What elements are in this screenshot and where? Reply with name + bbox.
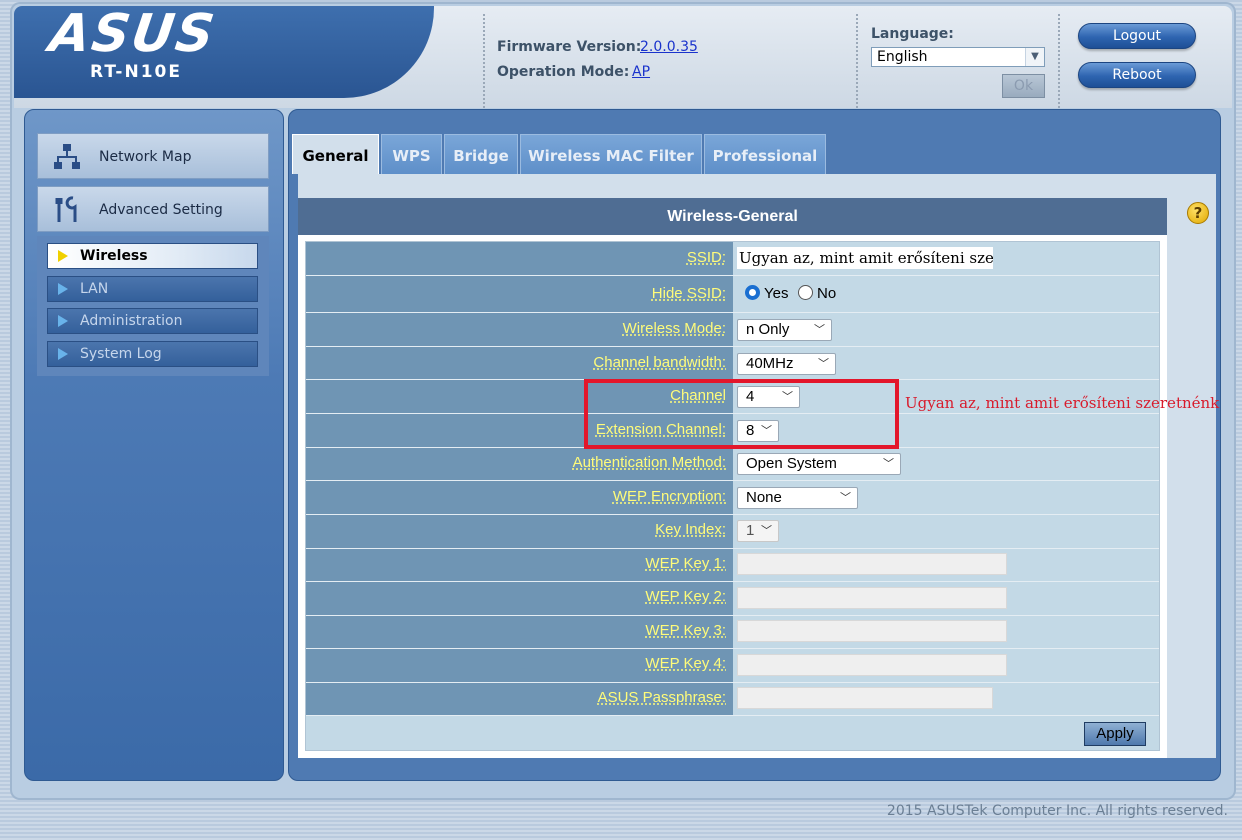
arrow-right-icon — [58, 348, 68, 360]
row-divider — [306, 346, 1159, 347]
row-divider — [306, 581, 1159, 582]
wep-key4-label: WEP Key 4: — [645, 655, 726, 672]
hide-ssid-yes-label: Yes — [764, 285, 789, 302]
subnav-wireless[interactable]: Wireless — [47, 243, 258, 269]
subnav-lan[interactable]: LAN — [47, 276, 258, 302]
wep-encryption-value: None — [746, 489, 782, 506]
asus-logo: ASUS — [45, 4, 220, 64]
row-divider — [306, 682, 1159, 683]
wep-encryption-label: WEP Encryption: — [612, 488, 726, 505]
hide-ssid-label: Hide SSID: — [651, 285, 726, 302]
wep-key4-input[interactable] — [737, 654, 1007, 676]
wep-encryption-select[interactable]: None ﹀ — [737, 487, 858, 509]
copyright-footer: 2015 ASUSTek Computer Inc. All rights re… — [886, 803, 1228, 819]
auth-method-label: Authentication Method: — [572, 454, 726, 471]
chevron-down-icon: ﹀ — [883, 458, 894, 470]
arrow-right-icon — [58, 283, 68, 295]
wep-key1-input[interactable] — [737, 553, 1007, 575]
row-divider — [306, 312, 1159, 313]
language-selected-value: English — [877, 49, 928, 65]
model-name: RT-N10E — [90, 62, 182, 82]
nav-network-map[interactable]: Network Map — [37, 133, 269, 179]
key-index-value: 1 — [746, 522, 755, 539]
subnav-label: System Log — [80, 346, 162, 362]
chevron-down-icon: ﹀ — [761, 525, 772, 537]
subnav-administration[interactable]: Administration — [47, 308, 258, 334]
tab-professional[interactable]: Professional — [704, 134, 826, 174]
nav-network-map-label: Network Map — [99, 149, 192, 165]
hide-ssid-yes-radio[interactable] — [745, 285, 760, 300]
channel-bandwidth-value: 40MHz — [746, 355, 794, 372]
ssid-label: SSID: — [686, 249, 726, 266]
firmware-link[interactable]: 2.0.0.35 — [640, 39, 698, 55]
arrow-right-icon — [58, 250, 68, 262]
passphrase-input[interactable] — [737, 687, 993, 709]
row-divider — [306, 715, 1159, 716]
row-divider — [306, 480, 1159, 481]
arrow-right-icon — [58, 315, 68, 327]
passphrase-label: ASUS Passphrase: — [597, 689, 726, 706]
nav-advanced-setting[interactable]: Advanced Setting — [37, 186, 269, 232]
chevron-down-icon: ﹀ — [840, 492, 851, 504]
operation-mode-label: Operation Mode: — [497, 64, 630, 80]
row-divider — [306, 615, 1159, 616]
wireless-mode-value: n Only — [746, 321, 790, 338]
header-divider — [1058, 14, 1060, 108]
tab-general[interactable]: General — [292, 134, 379, 174]
chevron-down-icon: ﹀ — [814, 324, 825, 336]
row-divider — [306, 548, 1159, 549]
key-index-label: Key Index: — [655, 521, 726, 538]
row-divider — [306, 514, 1159, 515]
annotation-highlight-box — [584, 379, 899, 449]
language-select[interactable]: English ▼ — [871, 47, 1045, 67]
operation-mode-link[interactable]: AP — [632, 64, 650, 80]
wireless-mode-label: Wireless Mode: — [622, 320, 726, 337]
reboot-button[interactable]: Reboot — [1078, 62, 1196, 88]
channel-bandwidth-label: Channel bandwidth: — [593, 354, 726, 371]
chevron-down-icon: ▼ — [1025, 48, 1044, 66]
network-map-icon — [52, 142, 82, 172]
nav-advanced-setting-label: Advanced Setting — [99, 202, 223, 218]
row-divider — [306, 275, 1159, 276]
auth-method-select[interactable]: Open System ﹀ — [737, 453, 901, 475]
header-divider — [856, 14, 858, 108]
subnav-label: Administration — [80, 313, 183, 329]
language-ok-button[interactable]: Ok — [1002, 74, 1045, 98]
tab-wireless-mac-filter[interactable]: Wireless MAC Filter — [520, 134, 702, 174]
apply-button[interactable]: Apply — [1084, 722, 1146, 746]
tab-wps[interactable]: WPS — [381, 134, 442, 174]
hide-ssid-no-label: No — [817, 285, 837, 302]
subnav-label: Wireless — [80, 248, 148, 264]
firmware-label: Firmware Version: — [497, 39, 642, 55]
wep-key3-input[interactable] — [737, 620, 1007, 642]
help-icon[interactable]: ? — [1187, 202, 1209, 224]
auth-method-value: Open System — [746, 455, 837, 472]
tab-bridge[interactable]: Bridge — [444, 134, 518, 174]
wep-key1-label: WEP Key 1: — [645, 555, 726, 572]
channel-bandwidth-select[interactable]: 40MHz ﹀ — [737, 353, 836, 375]
wireless-mode-select[interactable]: n Only ﹀ — [737, 319, 832, 341]
key-index-select[interactable]: 1 ﹀ — [737, 520, 779, 542]
wep-key2-label: WEP Key 2: — [645, 588, 726, 605]
row-divider — [306, 648, 1159, 649]
logout-button[interactable]: Logout — [1078, 23, 1196, 49]
wep-key2-input[interactable] — [737, 587, 1007, 609]
chevron-down-icon: ﹀ — [818, 358, 829, 370]
subnav-label: LAN — [80, 281, 109, 297]
label-column — [306, 242, 733, 716]
tools-icon — [52, 195, 82, 225]
header-divider — [483, 14, 485, 108]
ssid-input[interactable]: Ugyan az, mint amit erősíteni szeretnénk — [737, 247, 993, 269]
subnav-system-log[interactable]: System Log — [47, 341, 258, 367]
language-label: Language: — [871, 26, 954, 42]
annotation-text: Ugyan az, mint amit erősíteni szeretnénk — [905, 394, 1220, 412]
wep-key3-label: WEP Key 3: — [645, 622, 726, 639]
hide-ssid-no-radio[interactable] — [798, 285, 813, 300]
section-title: Wireless-General — [298, 198, 1167, 235]
